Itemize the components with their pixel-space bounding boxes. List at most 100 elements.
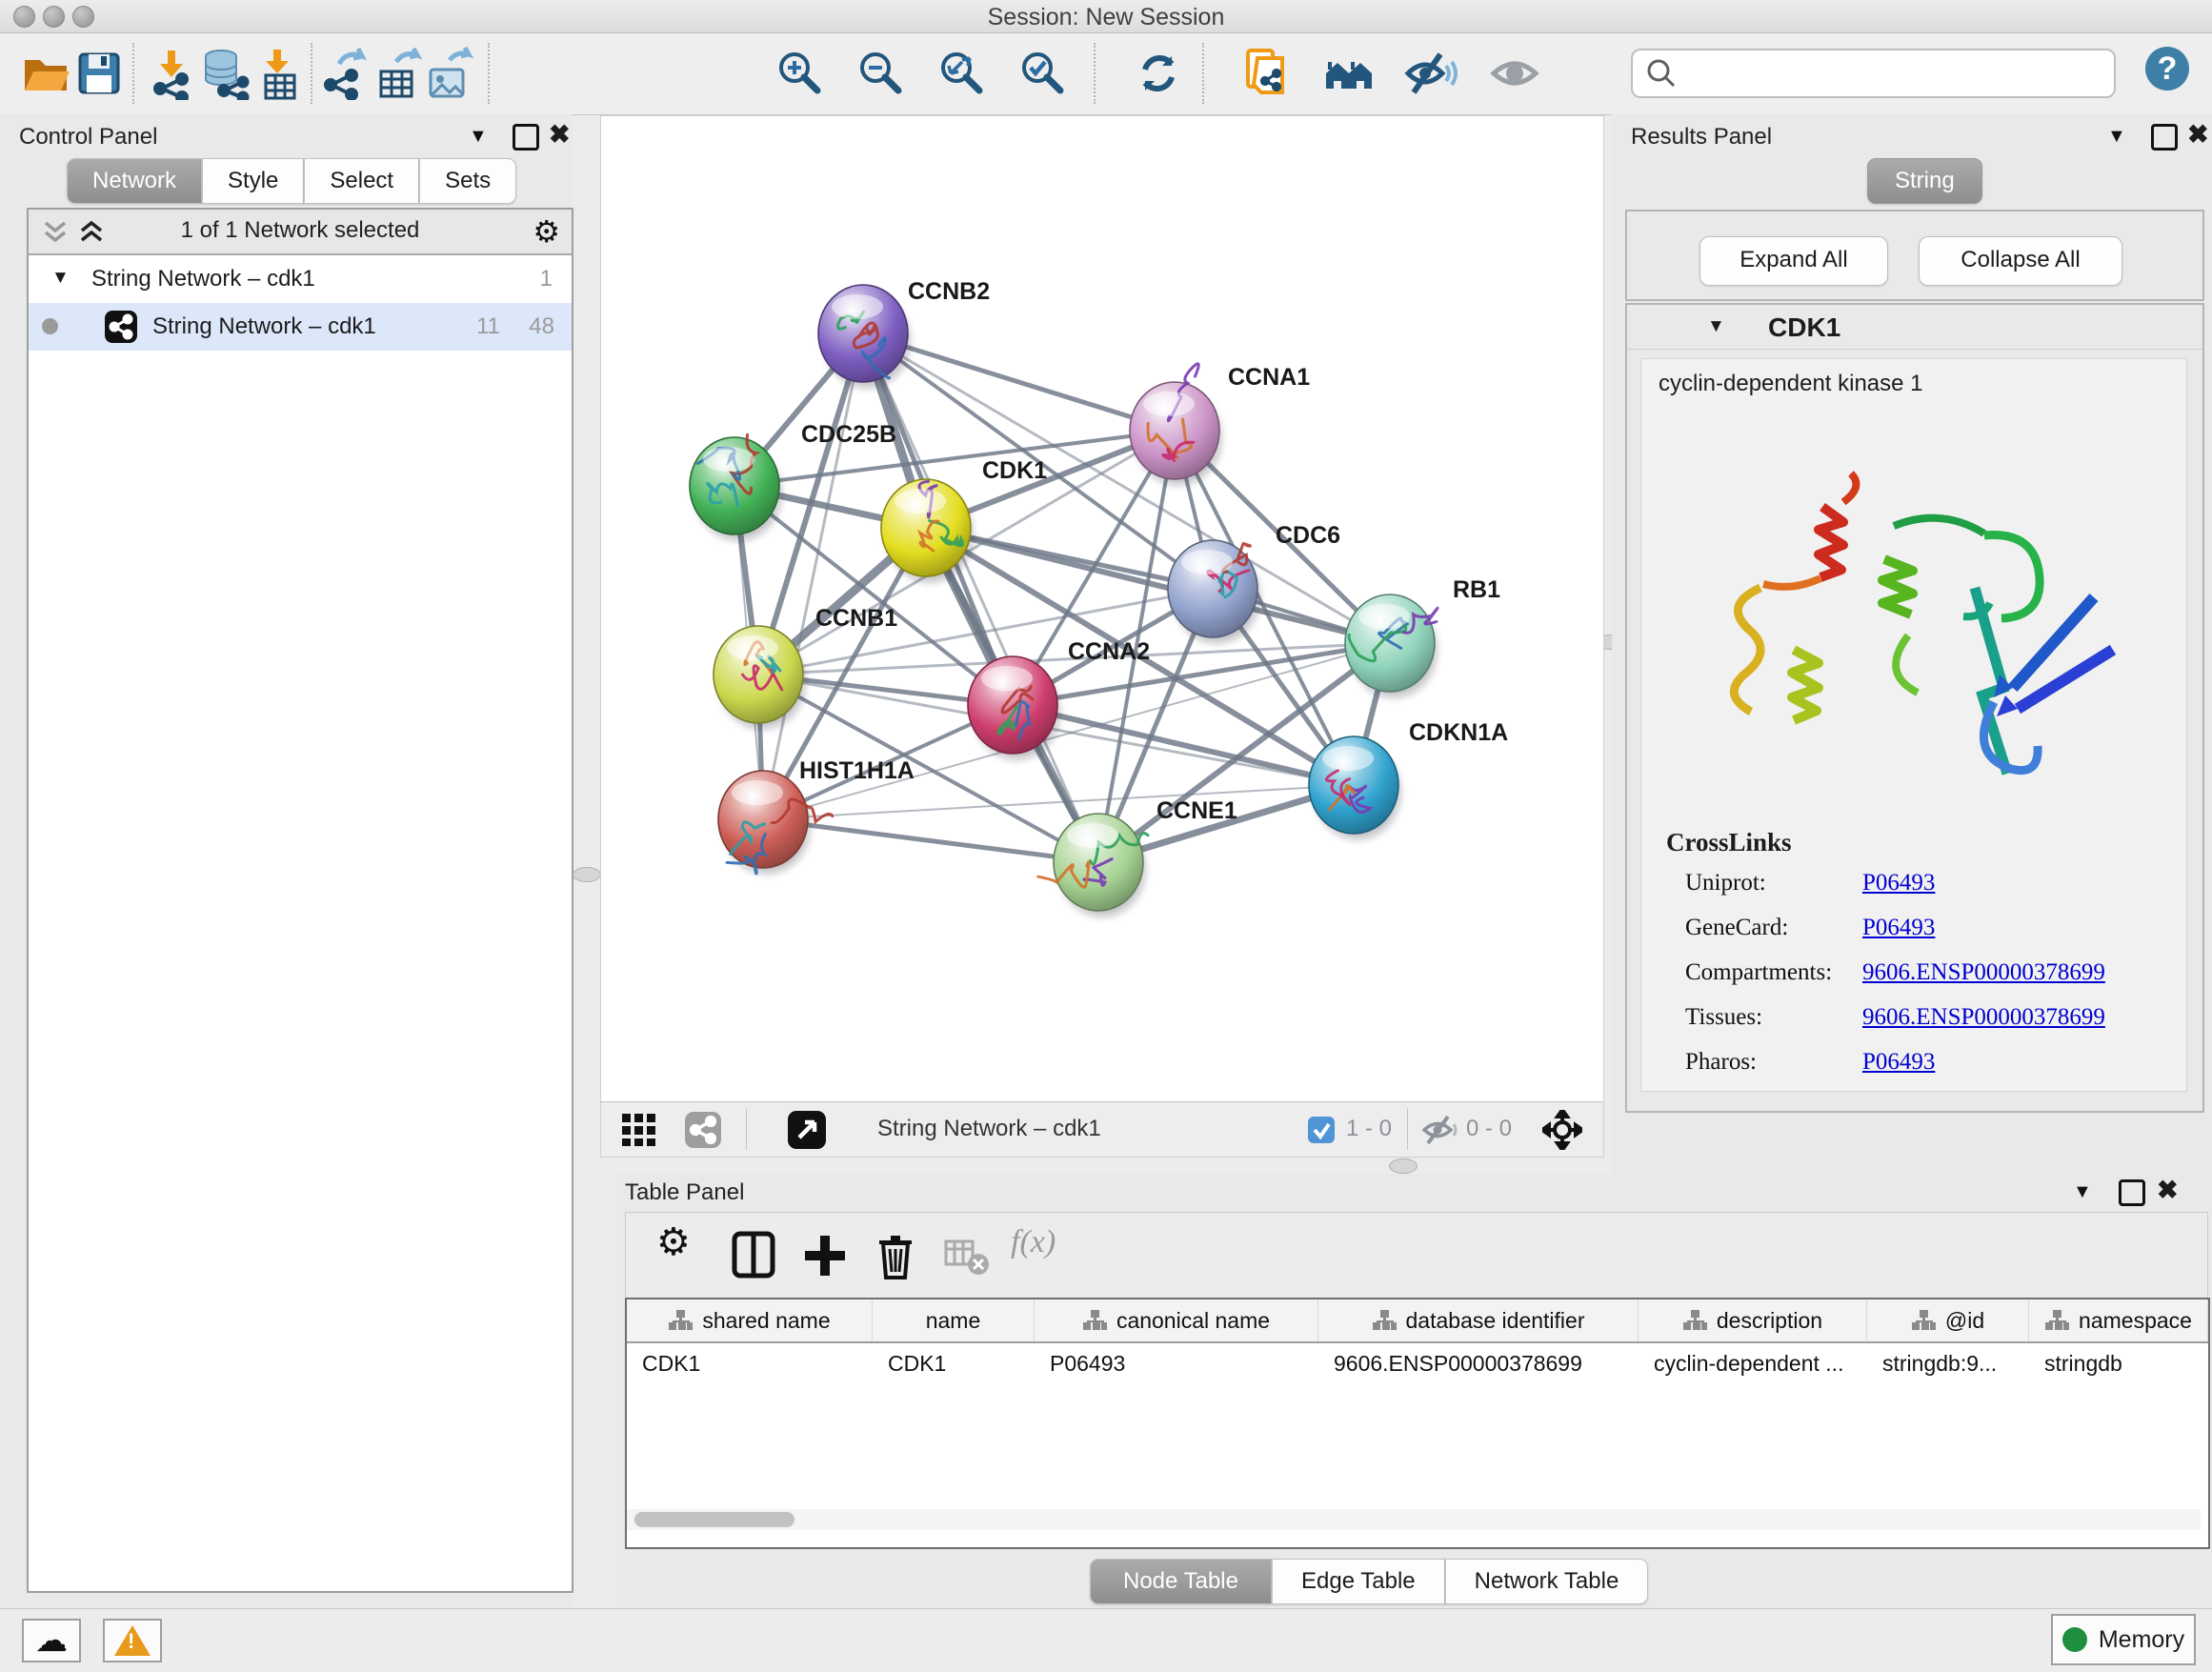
cell-description[interactable]: cyclin-dependent ...: [1639, 1343, 1867, 1385]
string-network-icon: [105, 311, 137, 343]
first-neighbors-icon[interactable]: [1322, 47, 1376, 100]
node-CCNB2[interactable]: CCNB2: [818, 278, 990, 388]
cell-shared-name[interactable]: CDK1: [627, 1343, 873, 1385]
column-tree-icon: [1682, 1309, 1707, 1332]
hidden-eye-slash-icon: [1422, 1116, 1462, 1144]
delete-column-icon[interactable]: [870, 1230, 921, 1281]
node-CCNE1[interactable]: CCNE1: [1038, 797, 1237, 917]
cloud-button[interactable]: ☁: [22, 1619, 81, 1662]
panel-float-icon[interactable]: [2151, 124, 2178, 151]
crosslink-link[interactable]: 9606.ENSP00000378699: [1862, 959, 2105, 986]
entry-header[interactable]: ▼ CDK1: [1627, 305, 2202, 350]
panel-close-icon[interactable]: ✖: [2157, 1176, 2179, 1205]
column-header-description[interactable]: description: [1639, 1299, 1867, 1341]
zoom-selected-icon[interactable]: [1016, 47, 1070, 100]
table-tabs: Node Table Edge Table Network Table: [1090, 1559, 1648, 1604]
tab-network[interactable]: Network: [67, 158, 202, 204]
save-session-icon[interactable]: [72, 47, 126, 100]
tab-string[interactable]: String: [1867, 158, 1982, 204]
add-column-icon[interactable]: [799, 1230, 851, 1281]
zoom-out-icon[interactable]: [855, 47, 908, 100]
entry-collapse-caret-icon[interactable]: ▼: [1707, 316, 1725, 337]
search-icon: [1642, 54, 1680, 92]
network-share-icon[interactable]: [685, 1112, 721, 1148]
tab-style[interactable]: Style: [202, 158, 304, 204]
network-collection-row[interactable]: ▼ String Network – cdk1 1: [29, 255, 572, 303]
table-row[interactable]: CDK1CDK1P064939606.ENSP00000378699cyclin…: [627, 1343, 2208, 1385]
tab-sets[interactable]: Sets: [419, 158, 516, 204]
column-header-canonical-name[interactable]: canonical name: [1035, 1299, 1318, 1341]
help-icon[interactable]: ?: [2145, 47, 2189, 91]
network-row[interactable]: String Network – cdk1 11 48: [29, 303, 572, 351]
toolbar-separator: [132, 43, 134, 104]
panel-float-icon[interactable]: [2119, 1179, 2145, 1206]
bottom-splitter-handle[interactable]: [1389, 1158, 1418, 1174]
create-network-from-selection-icon[interactable]: [1240, 47, 1294, 100]
network-canvas[interactable]: CCNB2CCNA1CDC25BCDK1CDC6RB1CCNB1CCNA2CDK…: [600, 115, 1604, 1103]
column-header-shared-name[interactable]: shared name: [627, 1299, 873, 1341]
node-CCNA1[interactable]: CCNA1: [1130, 364, 1310, 485]
node-CDKN1A[interactable]: CDKN1A: [1309, 719, 1508, 839]
import-network-database-icon[interactable]: [198, 47, 251, 100]
panel-close-icon[interactable]: ✖: [2187, 120, 2209, 150]
zoom-fit-icon[interactable]: [935, 47, 989, 100]
node-CDC25B[interactable]: CDC25B: [690, 421, 896, 540]
panel-menu-caret-icon[interactable]: ▼: [2107, 126, 2126, 148]
collapse-all-button[interactable]: Collapse All: [1919, 236, 2122, 286]
zoom-in-icon[interactable]: [774, 47, 827, 100]
open-session-icon[interactable]: [19, 47, 72, 100]
warning-icon: [114, 1625, 151, 1656]
crosslink-row: GeneCard:P06493: [1685, 915, 2162, 941]
crosslink-link[interactable]: P06493: [1862, 915, 1935, 941]
warnings-button[interactable]: [103, 1619, 162, 1662]
table-horizontal-scrollbar[interactable]: [627, 1509, 2201, 1530]
search-input[interactable]: [1680, 53, 2114, 93]
crosslink-link[interactable]: P06493: [1862, 1049, 1935, 1076]
show-all-eye-icon[interactable]: [1488, 47, 1541, 100]
tab-network-table[interactable]: Network Table: [1445, 1559, 1649, 1604]
network-options-gear-icon[interactable]: ⚙: [533, 213, 560, 250]
import-network-file-icon[interactable]: [145, 47, 198, 100]
show-column-panel-icon[interactable]: [729, 1230, 780, 1281]
expand-all-button[interactable]: Expand All: [1699, 236, 1888, 286]
open-in-window-icon[interactable]: [788, 1111, 826, 1149]
cell-database-identifier[interactable]: 9606.ENSP00000378699: [1318, 1343, 1639, 1385]
refresh-layout-icon[interactable]: [1132, 47, 1185, 100]
tab-edge-table[interactable]: Edge Table: [1272, 1559, 1445, 1604]
control-panel: Control Panel ▼ ✖ Network Style Select S…: [0, 114, 572, 1608]
tree-expand-caret-icon[interactable]: ▼: [51, 268, 70, 289]
crosslink-row: Tissues:9606.ENSP00000378699: [1685, 1004, 2162, 1031]
birdseye-grid-icon[interactable]: [622, 1114, 656, 1146]
network-collection-label: String Network – cdk1: [91, 266, 315, 292]
tab-select[interactable]: Select: [304, 158, 419, 204]
selected-checkbox-icon[interactable]: [1308, 1117, 1335, 1143]
import-table-file-icon[interactable]: [252, 47, 306, 100]
export-table-icon[interactable]: [372, 47, 425, 100]
crosslink-link[interactable]: 9606.ENSP00000378699: [1862, 1004, 2105, 1031]
pan-crosshair-icon[interactable]: [1542, 1110, 1582, 1150]
tab-node-table[interactable]: Node Table: [1090, 1559, 1272, 1604]
table-options-gear-icon[interactable]: ⚙: [656, 1220, 708, 1272]
panel-menu-caret-icon[interactable]: ▼: [469, 126, 488, 148]
memory-button[interactable]: Memory: [2051, 1614, 2196, 1665]
cell-canonical-name[interactable]: P06493: [1035, 1343, 1318, 1385]
panel-float-icon[interactable]: [513, 124, 539, 151]
cell-@id[interactable]: stringdb:9...: [1867, 1343, 2029, 1385]
scrollbar-thumb[interactable]: [634, 1512, 794, 1527]
crosslink-link[interactable]: P06493: [1862, 870, 1935, 896]
export-network-icon[interactable]: [318, 47, 372, 100]
column-header-@id[interactable]: @id: [1867, 1299, 2029, 1341]
export-image-icon[interactable]: [423, 47, 476, 100]
hide-selected-eye-slash-icon[interactable]: [1404, 47, 1458, 100]
cell-name[interactable]: CDK1: [873, 1343, 1035, 1385]
main-toolbar: ?: [0, 33, 2212, 115]
cell-namespace[interactable]: stringdb: [2029, 1343, 2208, 1385]
column-header-namespace[interactable]: namespace: [2029, 1299, 2208, 1341]
panel-menu-caret-icon[interactable]: ▼: [2073, 1181, 2092, 1203]
node-RB1[interactable]: RB1: [1345, 576, 1500, 697]
column-header-name[interactable]: name: [873, 1299, 1035, 1341]
column-header-database-identifier[interactable]: database identifier: [1318, 1299, 1639, 1341]
left-splitter-handle[interactable]: [573, 867, 601, 882]
panel-close-icon[interactable]: ✖: [549, 120, 571, 150]
string-network-graph[interactable]: CCNB2CCNA1CDC25BCDK1CDC6RB1CCNB1CCNA2CDK…: [601, 116, 1603, 1102]
